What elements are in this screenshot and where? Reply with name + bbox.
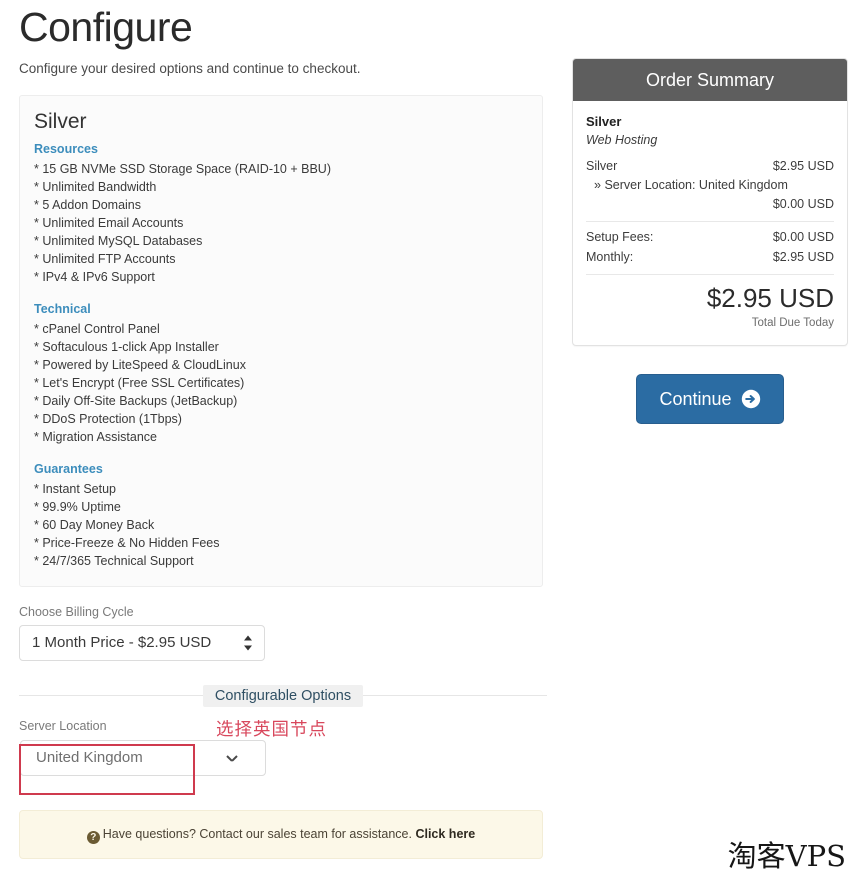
summary-line-items: Silver $2.95 USD — [586, 156, 834, 176]
summary-sub-item-value: $0.00 USD — [772, 197, 834, 211]
feature-groups: Resources * 15 GB NVMe SSD Storage Space … — [34, 140, 528, 570]
summary-group-name: Web Hosting — [586, 133, 658, 147]
feature-item: * Unlimited Bandwidth — [34, 180, 157, 194]
feature-group-heading: Technical — [34, 302, 91, 316]
feature-item: * Migration Assistance — [34, 430, 157, 444]
configurable-options-label: Configurable Options — [202, 685, 364, 707]
billing-cycle-select[interactable]: 1 Month Price - $2.95 USD — [19, 625, 265, 661]
summary-line-item-value: $2.95 USD — [772, 159, 834, 173]
arrow-circle-right-icon — [741, 389, 760, 409]
summary-line-item-label: Silver — [586, 159, 618, 173]
feature-item: * 5 Addon Domains — [34, 198, 142, 212]
chevron-down-icon — [227, 755, 237, 761]
help-circle-icon: ? — [86, 831, 100, 844]
summary-fee-row: Monthly: $2.95 USD — [586, 247, 834, 267]
summary-sub-item-label: Server Location: United Kingdom — [604, 178, 788, 192]
feature-group: Guarantees * Instant Setup * 99.9% Uptime *… — [34, 460, 528, 570]
updown-arrows-icon — [244, 635, 253, 651]
continue-button-label: Continue — [659, 389, 732, 409]
summary-sub-item: » Server Location: United Kingdom $0.00 … — [586, 176, 834, 214]
feature-item: * cPanel Control Panel — [34, 322, 160, 336]
summary-fee-row-label: Monthly: — [586, 250, 634, 264]
feature-item: * Price-Freeze & No Hidden Fees — [34, 536, 220, 550]
summary-fee-row-label: Setup Fees: — [586, 230, 654, 244]
page-subtitle: Configure your desired options and conti… — [19, 61, 361, 76]
sales-help-notice: ? Have questions? Contact our sales team … — [19, 810, 543, 859]
summary-product-name: Silver — [586, 114, 622, 129]
feature-group-heading: Guarantees — [34, 462, 103, 476]
watermark: 淘客VPS — [727, 839, 846, 873]
feature-item: * Softaculous 1-click App Installer — [34, 340, 219, 354]
billing-cycle-value: 1 Month Price - $2.95 USD — [32, 634, 212, 651]
summary-fee-row: Setup Fees: $0.00 USD — [586, 227, 834, 247]
product-name: Silver — [34, 110, 87, 133]
page-title: Configure — [19, 4, 193, 50]
feature-item: * Unlimited FTP Accounts — [34, 252, 176, 266]
continue-button-wrap: Continue — [572, 374, 848, 424]
feature-item: * Let's Encrypt (Free SSL Certificates) — [34, 376, 245, 390]
summary-line-item: Silver $2.95 USD — [586, 156, 834, 176]
summary-total-label: Total Due Today — [751, 317, 834, 329]
summary-divider-1 — [586, 221, 834, 222]
summary-fee-row-value: $0.00 USD — [772, 230, 834, 244]
notice-text: Have questions? Contact our sales team f… — [102, 827, 412, 841]
order-summary-card: Order Summary Silver Web Hosting Silver $… — [572, 58, 848, 346]
order-summary-body: Silver Web Hosting Silver $2.95 USD » Ser… — [573, 101, 847, 345]
feature-item: * DDoS Protection (1Tbps) — [34, 412, 182, 426]
feature-item: * 24/7/365 Technical Support — [34, 554, 194, 568]
feature-item: * Unlimited MySQL Databases — [34, 234, 203, 248]
product-details-panel: Silver Resources * 15 GB NVMe SSD Storage… — [19, 95, 543, 587]
billing-cycle-label: Choose Billing Cycle — [19, 605, 134, 619]
configurable-options-divider: Configurable Options — [19, 685, 547, 707]
summary-total-amount: $2.95 USD — [706, 283, 834, 313]
feature-item: * 15 GB NVMe SSD Storage Space (RAID-10 … — [34, 162, 331, 176]
continue-button[interactable]: Continue — [636, 374, 784, 424]
feature-item: * Unlimited Email Accounts — [34, 216, 184, 230]
feature-item: * Daily Off-Site Backups (JetBackup) — [34, 394, 238, 408]
feature-item: * IPv4 & IPv6 Support — [34, 270, 155, 284]
summary-sub-item-prefix: » — [594, 178, 601, 192]
configure-page: Configure Configure your desired options… — [0, 0, 850, 875]
summary-divider-2 — [586, 274, 834, 275]
summary-fee-rows: Setup Fees: $0.00 USD Monthly: $2.95 USD — [586, 227, 834, 267]
summary-fee-row-value: $2.95 USD — [772, 250, 834, 264]
feature-item: * 60 Day Money Back — [34, 518, 155, 532]
server-location-select[interactable]: United Kingdom — [20, 740, 266, 776]
order-summary-header: Order Summary — [573, 59, 847, 101]
annotation-text: 选择英国节点 — [216, 720, 327, 740]
feature-item: * Instant Setup — [34, 482, 117, 496]
order-summary-sidebar: Order Summary Silver Web Hosting Silver $… — [572, 58, 848, 424]
feature-group-heading: Resources — [34, 142, 98, 156]
click-here-link[interactable]: Click here — [415, 827, 475, 841]
feature-item: * Powered by LiteSpeed & CloudLinux — [34, 358, 246, 372]
feature-item: * 99.9% Uptime — [34, 500, 121, 514]
feature-group: Technical * cPanel Control Panel * Softacu… — [34, 300, 528, 446]
billing-cycle-block: Choose Billing Cycle 1 Month Price - $2.… — [19, 604, 547, 661]
feature-group: Resources * 15 GB NVMe SSD Storage Space … — [34, 140, 528, 286]
